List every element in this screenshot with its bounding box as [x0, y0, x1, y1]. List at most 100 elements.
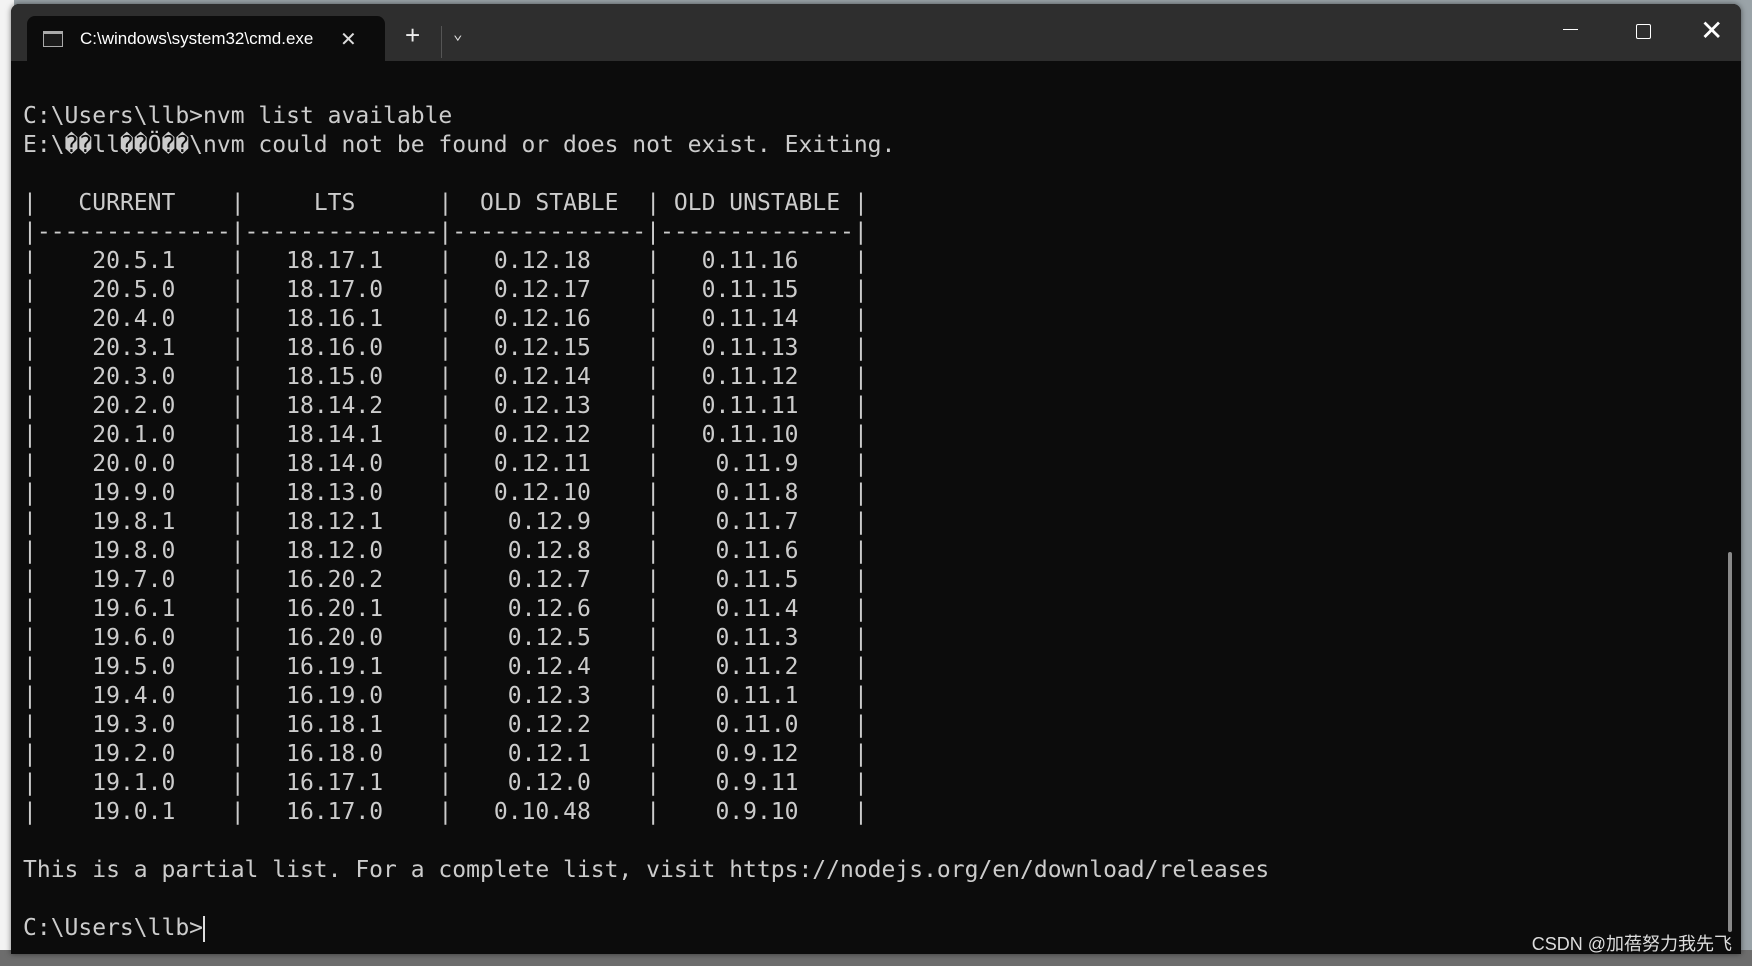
table-border: |	[230, 741, 245, 767]
chevron-down-icon[interactable]: ⌄	[453, 24, 463, 43]
table-cell: 0.12.12	[452, 422, 647, 448]
terminal-output[interactable]: C:\Users\llb>nvm list available E:\��ll�…	[23, 102, 1269, 943]
table-cell: 18.17.0	[244, 277, 439, 303]
table-border: |	[23, 422, 37, 448]
table-border: |	[438, 596, 453, 622]
table-cell: 0.12.5	[452, 625, 647, 651]
table-border: |	[853, 567, 868, 593]
table-border: |	[853, 538, 868, 564]
table-cell: 0.12.1	[452, 741, 647, 767]
table-cell: 18.16.0	[244, 335, 439, 361]
table-border: |	[853, 248, 868, 274]
table-cell: 18.15.0	[244, 364, 439, 390]
cmd-icon	[43, 31, 63, 47]
table-border: |	[646, 538, 661, 564]
table-cell: 16.18.0	[244, 741, 439, 767]
table-cell: 0.9.11	[660, 770, 854, 796]
table-cell: 0.12.8	[452, 538, 647, 564]
table-row: | 19.7.0 | 16.20.2 | 0.12.7 | 0.11.5 |	[23, 566, 1269, 595]
table-cell: 19.6.1	[36, 596, 231, 622]
table-row: | 19.1.0 | 16.17.1 | 0.12.0 | 0.9.11 |	[23, 769, 1269, 798]
column-header: LTS	[244, 190, 439, 216]
table-cell: 16.20.0	[244, 625, 439, 651]
tab-divider	[441, 26, 442, 58]
table-cell: 19.0.1	[36, 799, 231, 825]
table-border: |	[23, 654, 37, 680]
table-border: |	[438, 451, 453, 477]
tab-title: C:\windows\system32\cmd.exe	[80, 29, 314, 48]
new-tab-button[interactable]: +	[405, 20, 420, 51]
table-cell: 18.14.0	[244, 451, 439, 477]
table-border: |	[438, 654, 453, 680]
minimize-button[interactable]	[1563, 29, 1578, 30]
table-cell: 0.11.6	[660, 538, 854, 564]
table-cell: 20.2.0	[36, 393, 231, 419]
table-border: |	[438, 509, 453, 535]
table-border: |	[853, 451, 868, 477]
table-cell: 16.17.0	[244, 799, 439, 825]
table-cell: 0.11.1	[660, 683, 854, 709]
table-border: |	[646, 393, 661, 419]
table-cell: 16.19.1	[244, 654, 439, 680]
table-row: | 19.5.0 | 16.19.1 | 0.12.4 | 0.11.2 |	[23, 653, 1269, 682]
table-border: |	[23, 509, 37, 535]
table-border: |	[230, 480, 245, 506]
table-border: |	[230, 190, 245, 216]
table-border: |	[230, 306, 245, 332]
table-border: |	[646, 335, 661, 361]
table-border: |	[438, 712, 453, 738]
table-border: |	[438, 538, 453, 564]
table-cell: 20.3.0	[36, 364, 231, 390]
table-border: |	[853, 712, 868, 738]
prompt-line[interactable]: C:\Users\llb>	[23, 914, 1269, 943]
table-border: |	[853, 770, 868, 796]
table-cell: 0.12.7	[452, 567, 647, 593]
table-border: |	[438, 799, 453, 825]
maximize-button[interactable]	[1636, 24, 1651, 39]
table-border: |	[230, 683, 245, 709]
table-border: |	[230, 654, 245, 680]
scrollbar[interactable]	[1728, 552, 1732, 932]
table-cell: 0.12.9	[452, 509, 647, 535]
table-border: |	[646, 480, 661, 506]
table-cell: 0.9.12	[660, 741, 854, 767]
table-row: | 20.3.0 | 18.15.0 | 0.12.14 | 0.11.12 |	[23, 363, 1269, 392]
close-window-button[interactable]: ✕	[1700, 14, 1723, 47]
table-cell: 16.17.1	[244, 770, 439, 796]
table-border: |	[23, 248, 37, 274]
table-border: |	[438, 335, 453, 361]
table-cell: 19.5.0	[36, 654, 231, 680]
table-cell: 16.18.1	[244, 712, 439, 738]
table-border: |	[23, 799, 37, 825]
table-cell: 19.8.0	[36, 538, 231, 564]
table-cell: 20.5.1	[36, 248, 231, 274]
table-border: |	[230, 567, 245, 593]
tab-close-icon[interactable]: ✕	[340, 27, 357, 52]
table-row: | 20.5.1 | 18.17.1 | 0.12.18 | 0.11.16 |	[23, 247, 1269, 276]
table-cell: 0.11.16	[660, 248, 854, 274]
table-border: |	[438, 741, 453, 767]
table-border: |	[23, 741, 37, 767]
table-border: |	[230, 596, 245, 622]
table-cell: 16.20.1	[244, 596, 439, 622]
table-border: |	[646, 277, 661, 303]
table-border: |	[646, 596, 661, 622]
table-border: |	[853, 277, 868, 303]
table-row: | 20.3.1 | 18.16.0 | 0.12.15 | 0.11.13 |	[23, 334, 1269, 363]
table-border: |	[23, 190, 37, 216]
tab-cmd[interactable]: C:\windows\system32\cmd.exe ✕	[27, 16, 385, 62]
table-row: | 19.8.0 | 18.12.0 | 0.12.8 | 0.11.6 |	[23, 537, 1269, 566]
table-border: |	[23, 306, 37, 332]
table-cell: 0.10.48	[452, 799, 647, 825]
table-border: |	[438, 190, 453, 216]
command-line: C:\Users\llb>nvm list available	[23, 103, 453, 129]
table-row: | 19.6.0 | 16.20.0 | 0.12.5 | 0.11.3 |	[23, 624, 1269, 653]
table-cell: 18.16.1	[244, 306, 439, 332]
table-border: |	[646, 509, 661, 535]
table-border: |	[23, 712, 37, 738]
table-border: |	[853, 422, 868, 448]
table-border: |	[853, 625, 868, 651]
table-row: | 19.0.1 | 16.17.0 | 0.10.48 | 0.9.10 |	[23, 798, 1269, 827]
